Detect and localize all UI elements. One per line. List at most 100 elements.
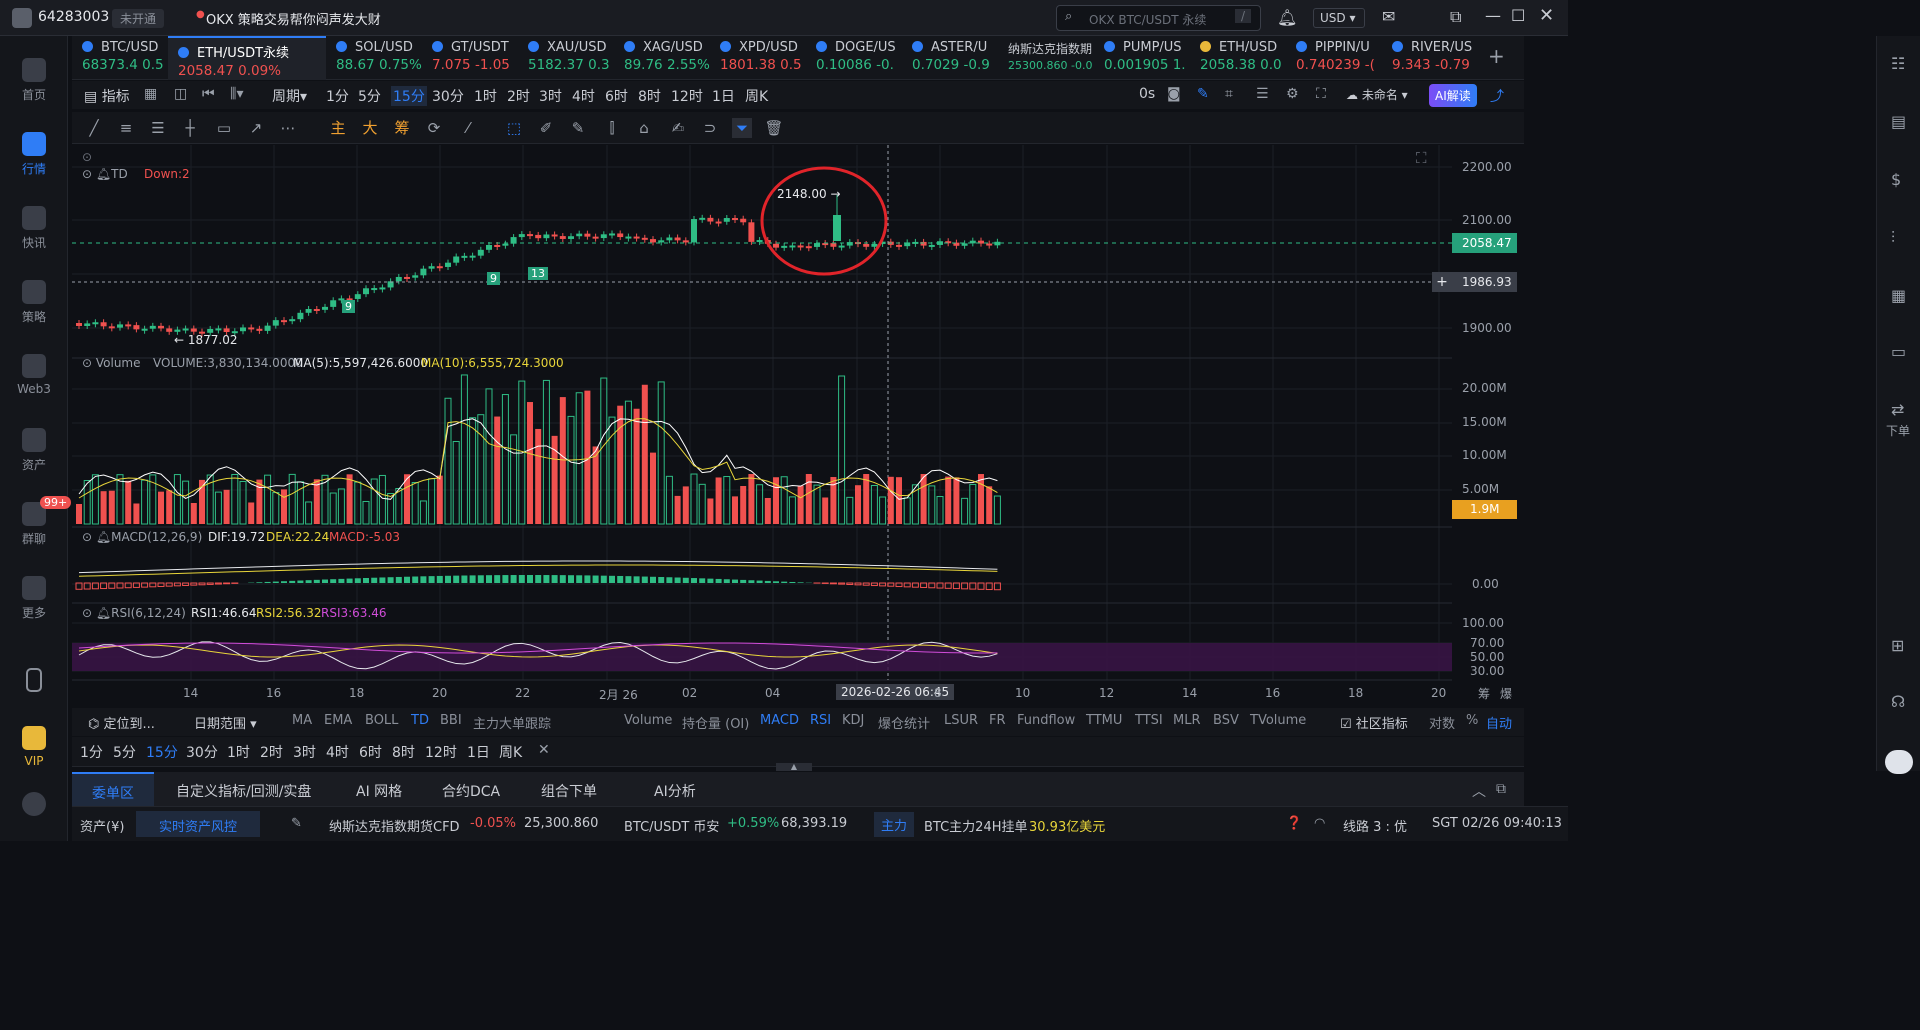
select-icon[interactable]: ⬚ [504, 118, 524, 138]
layout-icon[interactable]: ◫ [174, 86, 187, 102]
mail-icon[interactable]: ✉ [1382, 7, 1395, 26]
close-tf-bar-icon[interactable]: ✕ [538, 742, 550, 758]
kline-chart-svg[interactable] [72, 145, 1452, 705]
ind-bbi[interactable]: BBI [440, 713, 462, 728]
crosshair-add-icon[interactable]: + [1432, 272, 1452, 292]
asset-label[interactable]: 资产(¥) [80, 816, 124, 835]
channel-tool-icon[interactable]: ☰ [148, 118, 168, 138]
tf2-1w[interactable]: 周K [499, 742, 522, 762]
tab-custom-indicator[interactable]: 自定义指标/回测/实盘 [176, 781, 311, 801]
assistant-robot-icon[interactable] [1885, 750, 1913, 774]
ticker-tab[interactable]: XPD/USD 1801.38 0.5 [710, 36, 806, 80]
ticker-tab-active[interactable]: ETH/USDT永续 2058.47 0.09% [168, 36, 326, 80]
nav-news[interactable]: 快讯 [0, 206, 68, 251]
close-icon[interactable]: ✕ [1539, 5, 1554, 26]
nav-web3[interactable]: Web3 [0, 354, 68, 396]
candle-type-icon[interactable]: ⫼▾ [230, 86, 243, 102]
hline-tool-icon[interactable]: ≡ [116, 118, 136, 138]
tab-ai-analysis[interactable]: AI分析 [654, 781, 696, 801]
ticker-tab[interactable]: XAG/USD 89.76 2.55% [614, 36, 710, 80]
ind-bsv[interactable]: BSV [1213, 713, 1239, 728]
trend-icon[interactable]: ⫶ [1891, 228, 1895, 248]
magnet-icon[interactable]: ⊃ [700, 118, 720, 138]
tf2-1m[interactable]: 1分 [80, 742, 103, 762]
tf2-15m[interactable]: 15分 [146, 742, 178, 762]
dollar-icon[interactable]: $ [1891, 170, 1901, 189]
tf2-3h[interactable]: 3时 [293, 742, 316, 762]
tf-15m[interactable]: 15分 [391, 86, 427, 106]
td-indicator-label[interactable]: ⊙ 🔔︎TD [82, 167, 128, 181]
ticker-tab[interactable]: DOGE/US 0.10086 -0. [806, 36, 902, 80]
share-icon[interactable]: ⤴ [1490, 86, 1504, 106]
filter-icon[interactable]: ⏷ [732, 118, 752, 138]
more-tools-icon[interactable]: ⋯ [278, 118, 298, 138]
ind-ttsi[interactable]: TTSI [1135, 713, 1163, 728]
ticker-tab[interactable]: XAU/USD 5182.37 0.3 [518, 36, 614, 80]
ind-mlr[interactable]: MLR [1173, 713, 1201, 728]
tf2-1h[interactable]: 1时 [227, 742, 250, 762]
add-ticker-icon[interactable]: + [1488, 44, 1505, 68]
ray-tool-icon[interactable]: ┼ [180, 118, 200, 138]
tf-1d[interactable]: 1日 [712, 86, 735, 106]
tf-1m[interactable]: 1分 [326, 86, 349, 106]
risk-control-button[interactable]: 实时资产风控 [136, 811, 260, 837]
list-icon[interactable]: ☰ [1256, 86, 1269, 102]
settings-icon[interactable]: ⚙ [1286, 86, 1299, 102]
chart-icon[interactable]: ▦ [1891, 286, 1906, 305]
log-scale-toggle[interactable]: 对数 [1429, 713, 1455, 732]
ind-ema[interactable]: EMA [324, 713, 352, 728]
ind-ttmu[interactable]: TTMU [1086, 713, 1122, 728]
tab-dca[interactable]: 合约DCA [442, 781, 500, 801]
tf-30m[interactable]: 30分 [432, 86, 464, 106]
ind-volume[interactable]: Volume [624, 713, 672, 728]
ind-macd[interactable]: MACD [760, 713, 799, 728]
search-input[interactable]: ⌕ OKX BTC/USDT 永续 / [1056, 5, 1261, 31]
nav-home[interactable]: 首页 [0, 58, 68, 103]
date-range-select[interactable]: 日期范围 ▾ [194, 713, 257, 732]
tf2-6h[interactable]: 6时 [359, 742, 382, 762]
tf2-2h[interactable]: 2时 [260, 742, 283, 762]
calendar-icon[interactable]: ▦ [144, 86, 157, 102]
crop-icon[interactable]: ⌗ [1225, 86, 1233, 102]
ind-rsi[interactable]: RSI [810, 713, 831, 728]
tf-1w[interactable]: 周K [745, 86, 768, 106]
etf-icon[interactable]: ▭ [1891, 342, 1906, 361]
big-order-tool[interactable]: 大 [360, 118, 380, 138]
ind-tvolume[interactable]: TVolume [1250, 713, 1306, 728]
tf2-30m[interactable]: 30分 [186, 742, 218, 762]
menu-icon[interactable]: ☷ [1891, 54, 1905, 73]
collapse-handle-icon[interactable]: ▲ [776, 763, 812, 771]
chart-area[interactable]: ⊙ ⊙ 🔔︎TD Down:2 2148.00 → ← 1877.02 9 9 … [72, 145, 1452, 705]
tab-ai-grid[interactable]: AI 网格 [356, 781, 402, 801]
ind-ma[interactable]: MA [292, 713, 312, 728]
avatar[interactable] [12, 8, 32, 28]
tf-1h[interactable]: 1时 [474, 86, 497, 106]
edit-icon[interactable]: ✎ [568, 118, 588, 138]
tf2-5m[interactable]: 5分 [113, 742, 136, 762]
measure-icon[interactable]: ⁄ [458, 118, 478, 138]
percent-toggle[interactable]: % [1466, 713, 1478, 728]
tf2-1d[interactable]: 1日 [467, 742, 490, 762]
nav-strategy[interactable]: 策略 [0, 280, 68, 325]
community-indicator-button[interactable]: ☑ 社区指标 [1340, 713, 1408, 732]
tf2-8h[interactable]: 8时 [392, 742, 415, 762]
ticker-tab[interactable]: ASTER/U 0.7029 -0.9 [902, 36, 998, 80]
ticker-tab[interactable]: RIVER/US 9.343 -0.79 [1382, 36, 1478, 80]
ticker-tab[interactable]: ETH/USD 2058.38 0.0 [1190, 36, 1286, 80]
ind-liquidation[interactable]: 爆仓统计 [878, 713, 930, 732]
nav-settings[interactable] [0, 792, 68, 820]
ind-lsur[interactable]: LSUR [944, 713, 978, 728]
brush-icon[interactable]: ✐ [536, 118, 556, 138]
line-tool-icon[interactable]: ╱ [84, 118, 104, 138]
tf-2h[interactable]: 2时 [507, 86, 530, 106]
ticker-tab[interactable]: PIPPIN/U 0.740239 -( [1286, 36, 1382, 80]
period-select[interactable]: 周期▾ [272, 86, 307, 106]
document-icon[interactable]: ▤ [1891, 112, 1906, 131]
macd-label[interactable]: ⊙ 🔔︎MACD(12,26,9) [82, 530, 202, 544]
ticker-tab[interactable]: GT/USDT 7.075 -1.05 [422, 36, 518, 80]
tab-combo-order[interactable]: 组合下单 [541, 781, 597, 801]
bell-icon[interactable]: 🔔︎ [1277, 8, 1297, 27]
maximize-icon[interactable]: ☐ [1511, 6, 1525, 25]
ind-td[interactable]: TD [411, 713, 429, 728]
minimize-icon[interactable]: — [1485, 6, 1501, 25]
